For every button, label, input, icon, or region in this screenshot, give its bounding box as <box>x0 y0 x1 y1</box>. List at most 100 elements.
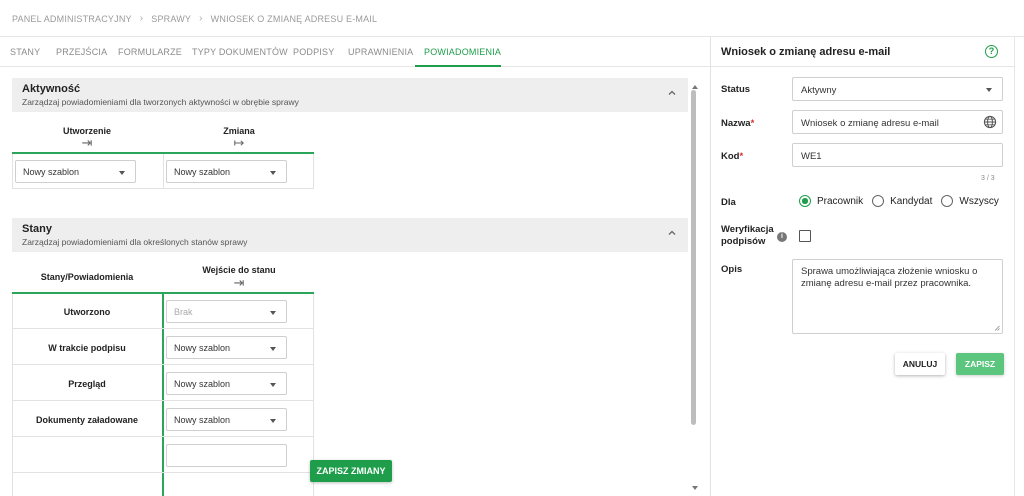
grid-border <box>12 188 314 189</box>
state-template-select-documents-uploaded[interactable]: Nowy szablon <box>166 408 287 431</box>
vertical-scrollbar[interactable] <box>691 90 696 465</box>
caret-down-icon <box>119 171 125 175</box>
caret-down-icon <box>270 311 276 315</box>
caret-down-icon <box>270 419 276 423</box>
grid-border <box>12 294 13 496</box>
radio-candidate[interactable]: Kandydat <box>872 195 932 207</box>
signature-verification-checkbox[interactable] <box>799 230 811 242</box>
name-value: Wniosek o zmianę adresu e-mail <box>801 118 939 129</box>
name-field[interactable]: Wniosek o zmianę adresu e-mail <box>792 110 1003 134</box>
state-template-select-partial[interactable] <box>166 444 287 467</box>
save-changes-button[interactable]: ZAPISZ ZMIANY <box>310 460 392 482</box>
grid-border <box>313 154 314 189</box>
tab-forms[interactable]: FORMULARZE <box>118 47 182 57</box>
select-value: Nowy szablon <box>174 415 231 425</box>
activity-section-header[interactable]: Aktywność Zarządzaj powiadomieniami dla … <box>12 78 688 112</box>
select-value: Brak <box>174 307 193 317</box>
arrow-to-right-bar-icon: ⇥ <box>81 135 93 150</box>
template-select-created[interactable]: Nowy szablon <box>15 160 136 183</box>
section-title: Stany <box>22 223 52 235</box>
code-label: Kod* <box>721 151 743 162</box>
row-divider <box>12 436 314 437</box>
description-textarea[interactable]: Sprawa umożliwiająca złożenie wniosku o … <box>792 259 1003 334</box>
globe-icon[interactable] <box>983 115 997 129</box>
section-subtitle: Zarządzaj powiadomieniami dla tworzonych… <box>22 97 299 107</box>
breadcrumb: PANEL ADMINISTRACYJNY › SPRAWY › WNIOSEK… <box>12 13 377 24</box>
section-subtitle: Zarządzaj powiadomieniami dla określonyc… <box>22 237 248 247</box>
required-marker: * <box>739 151 744 162</box>
radio-label: Wszyscy <box>959 195 999 207</box>
caret-down-icon <box>270 383 276 387</box>
for-label: Dla <box>721 197 736 208</box>
states-section-header[interactable]: Stany Zarządzaj powiadomieniami dla okre… <box>12 218 688 252</box>
tab-transitions[interactable]: PRZEJŚCIA <box>56 47 107 57</box>
select-value: Nowy szablon <box>174 379 231 389</box>
radio-label: Pracownik <box>817 195 864 207</box>
case-details-panel: Wniosek o zmianę adresu e-mail ? Status … <box>710 37 1015 496</box>
scroll-up-arrow-icon[interactable] <box>692 85 698 89</box>
row-divider <box>12 472 314 473</box>
template-select-changed[interactable]: Nowy szablon <box>166 160 287 183</box>
name-label-text: Nazwa <box>721 118 751 129</box>
tab-notifications[interactable]: POWIADOMIENIA <box>424 47 501 57</box>
save-button[interactable]: ZAPISZ <box>956 353 1004 375</box>
tab-permissions[interactable]: UPRAWNIENIA <box>348 47 413 57</box>
description-value: Sprawa umożliwiająca złożenie wniosku o … <box>801 266 978 289</box>
top-bar: PANEL ADMINISTRACYJNY › SPRAWY › WNIOSEK… <box>0 0 1024 37</box>
state-template-select-created[interactable]: Brak <box>166 300 287 323</box>
radio-employee[interactable]: Pracownik <box>799 195 863 207</box>
select-value: Nowy szablon <box>174 343 231 353</box>
state-template-select-signing[interactable]: Nowy szablon <box>166 336 287 359</box>
for-radio-group: Pracownik Kandydat Wszyscy <box>799 195 1008 207</box>
row-divider <box>12 328 314 329</box>
cancel-button[interactable]: ANULUJ <box>895 353 945 375</box>
section-title: Aktywność <box>22 83 81 95</box>
state-label-created: Utworzono <box>63 307 111 317</box>
scroll-down-arrow-icon[interactable] <box>692 486 698 490</box>
state-label-documents-uploaded: Dokumenty załadowane <box>35 415 139 425</box>
code-char-counter: 3 / 3 <box>981 175 995 182</box>
chevron-up-icon[interactable] <box>668 89 676 97</box>
grid-border <box>163 154 164 189</box>
column-divider <box>162 294 164 496</box>
breadcrumb-item-admin-panel[interactable]: PANEL ADMINISTRACYJNY <box>12 14 132 24</box>
info-icon[interactable]: i <box>777 232 787 242</box>
active-tab-indicator <box>415 65 501 67</box>
chevron-up-icon[interactable] <box>668 229 676 237</box>
row-divider <box>12 364 314 365</box>
tab-signatures[interactable]: PODPISY <box>293 47 334 57</box>
arrow-from-bar-right-icon: ↦ <box>233 135 245 150</box>
status-select[interactable]: Aktywny <box>792 77 1003 101</box>
tab-states[interactable]: STANY <box>10 47 40 57</box>
notifications-editor: STANY PRZEJŚCIA FORMULARZE TYPY DOKUMENT… <box>0 37 710 496</box>
select-value: Nowy szablon <box>174 167 231 177</box>
status-label: Status <box>721 84 751 95</box>
resize-grip-icon[interactable] <box>994 325 1000 331</box>
tab-bar: STANY PRZEJŚCIA FORMULARZE TYPY DOKUMENT… <box>0 37 710 67</box>
scroll-thumb[interactable] <box>691 90 696 425</box>
breadcrumb-item-cases[interactable]: SPRAWY <box>151 14 191 24</box>
help-icon[interactable]: ? <box>985 45 998 58</box>
state-template-select-review[interactable]: Nowy szablon <box>166 372 287 395</box>
caret-down-icon <box>986 88 992 92</box>
row-divider <box>12 400 314 401</box>
required-marker: * <box>750 118 755 129</box>
state-label-signing: W trakcie podpisu <box>48 343 126 353</box>
window-edge <box>1014 37 1024 496</box>
signature-verification-label: Weryfikacja <box>721 224 774 235</box>
chevron-right-icon: › <box>139 13 144 24</box>
code-label-text: Kod <box>721 151 740 162</box>
radio-checked-icon[interactable] <box>799 195 811 207</box>
tab-document-types[interactable]: TYPY DOKUMENTÓW <box>192 47 288 57</box>
radio-everyone[interactable]: Wszyscy <box>941 195 999 207</box>
radio-unchecked-icon[interactable] <box>872 195 885 207</box>
radio-label: Kandydat <box>890 195 933 207</box>
radio-unchecked-icon[interactable] <box>941 195 954 207</box>
description-label: Opis <box>721 264 743 275</box>
caret-down-icon <box>270 171 276 175</box>
column-header-state-enter: Wejście do stanu <box>202 265 276 275</box>
code-field[interactable]: WE1 <box>792 143 1003 167</box>
notifications-content: Aktywność Zarządzaj powiadomieniami dla … <box>0 68 710 496</box>
signature-verification-label-line2: podpisów <box>721 236 766 247</box>
status-value: Aktywny <box>801 85 837 96</box>
